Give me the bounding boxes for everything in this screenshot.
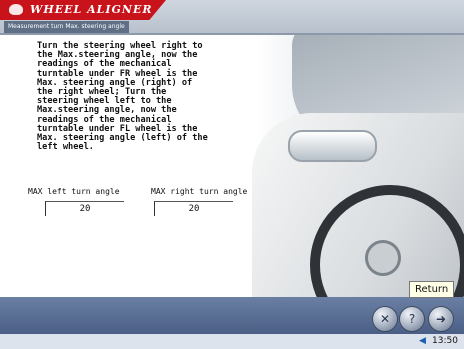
brand-logo-icon	[9, 4, 23, 15]
brand-tab: WHEEL ALIGNER	[0, 0, 166, 20]
volume-icon[interactable]: ◀	[419, 337, 429, 346]
max-right-angle-field[interactable]: 20	[154, 201, 233, 216]
return-button[interactable]: ➜	[428, 306, 454, 332]
taskbar	[0, 334, 464, 349]
content-area: Turn the steering wheel right to the Max…	[0, 35, 464, 297]
taskbar-clock: 13:50	[432, 336, 458, 346]
tools-icon: ✕	[379, 312, 391, 326]
tools-button[interactable]: ✕	[372, 306, 398, 332]
header-bar: WHEEL ALIGNER Measurement turn Max. stee…	[0, 0, 464, 35]
max-left-angle-field[interactable]: 20	[45, 201, 124, 216]
car-headlight	[288, 130, 377, 162]
max-left-angle-label: MAX left turn angle	[28, 187, 120, 196]
max-right-angle-label: MAX right turn angle	[151, 187, 248, 196]
help-icon: ?	[408, 312, 416, 326]
app-brand: WHEEL ALIGNER	[30, 3, 153, 16]
return-tooltip: Return	[409, 281, 455, 298]
help-button[interactable]: ?	[399, 306, 425, 332]
return-icon: ➜	[435, 312, 447, 326]
page-subtitle: Measurement turn Max. steering angle	[4, 21, 129, 33]
car-wheel-hub	[365, 240, 401, 276]
instruction-text: Turn the steering wheel right to the Max…	[37, 41, 208, 153]
